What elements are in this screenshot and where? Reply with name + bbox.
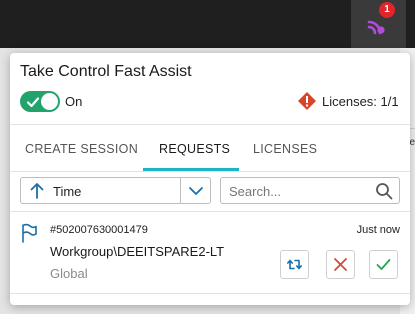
transfer-button[interactable] <box>280 250 309 279</box>
licenses-count: Licenses: 1/1 <box>322 94 399 109</box>
search-icon[interactable] <box>375 182 393 200</box>
divider <box>10 211 410 212</box>
popover-title: Take Control Fast Assist <box>20 63 192 80</box>
fast-assist-popover: Take Control Fast Assist On Licenses: 1/… <box>10 53 410 305</box>
toggle-knob <box>41 93 58 110</box>
divider <box>10 171 410 172</box>
take-control-tray-button[interactable]: 1 <box>351 0 406 48</box>
reject-button[interactable] <box>326 250 355 279</box>
request-id: #502007630001479 <box>50 224 148 236</box>
close-icon <box>334 258 347 271</box>
tab-requests[interactable]: REQUESTS <box>159 142 230 156</box>
accept-button[interactable] <box>369 250 398 279</box>
request-group: Global <box>50 266 88 281</box>
notification-badge: 1 <box>379 2 395 18</box>
select-divider <box>180 178 181 203</box>
request-time: Just now <box>356 224 400 236</box>
chevron-down-icon[interactable] <box>188 184 204 198</box>
check-icon <box>376 259 391 270</box>
transfer-icon <box>287 259 302 270</box>
arrow-up-icon <box>30 183 44 199</box>
toggle-label: On <box>65 94 83 109</box>
divider <box>10 293 410 294</box>
search-box <box>220 177 400 204</box>
sort-label: Time <box>53 184 82 199</box>
tab-create-session[interactable]: CREATE SESSION <box>25 142 138 156</box>
request-machine-name: Workgroup\DEEITSPARE2-LT <box>50 244 225 259</box>
tab-licenses[interactable]: LICENSES <box>253 142 317 156</box>
sort-select[interactable]: Time <box>20 177 211 204</box>
search-input[interactable] <box>229 181 369 201</box>
check-icon <box>26 97 40 108</box>
fast-assist-toggle[interactable] <box>20 91 60 112</box>
flag-icon <box>22 223 37 243</box>
warning-diamond-icon <box>298 92 316 110</box>
divider <box>10 124 410 125</box>
taskbar: 1 <box>0 0 415 48</box>
